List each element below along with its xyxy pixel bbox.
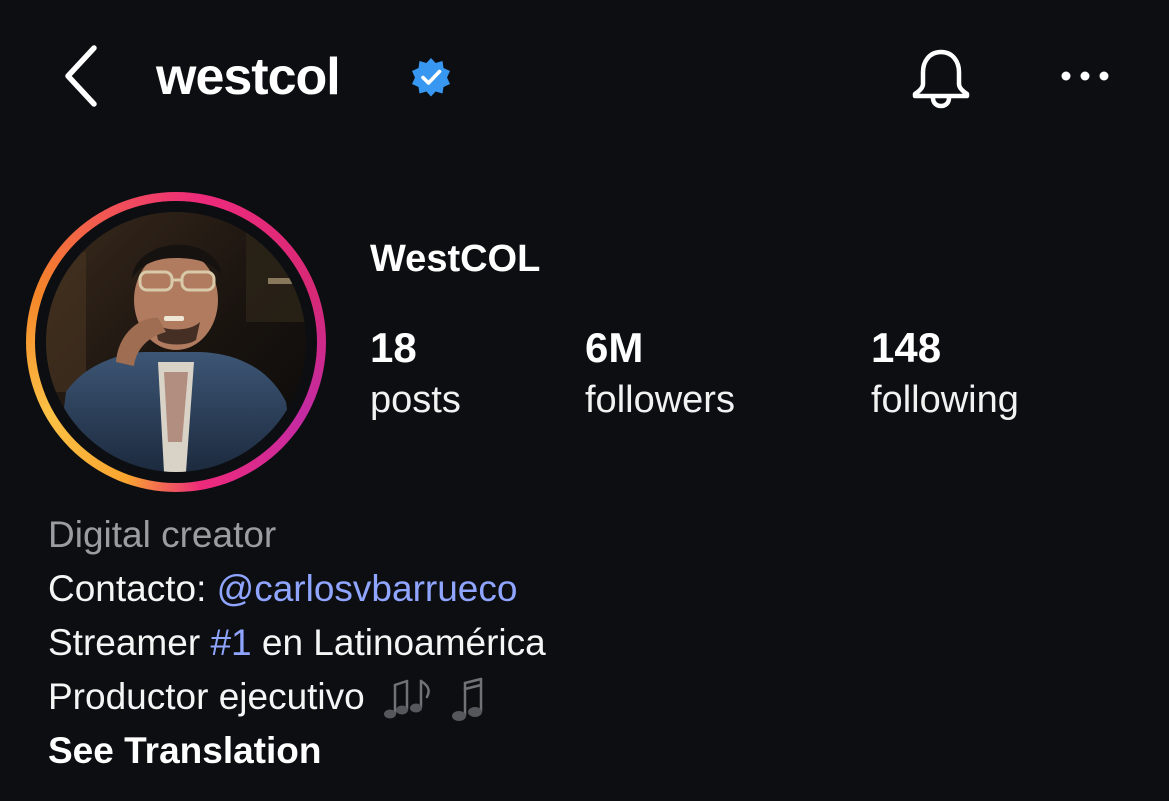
profile-header: westcol xyxy=(0,0,1169,150)
stat-followers-value: 6M xyxy=(585,324,644,371)
bio-contact-handle-link[interactable]: @carlosvbarrueco xyxy=(217,568,518,609)
stat-followers[interactable]: 6M followers xyxy=(585,322,735,426)
back-button[interactable] xyxy=(56,40,112,110)
bio-producer-text: Productor ejecutivo xyxy=(48,676,365,717)
music-notes-icon xyxy=(384,677,483,722)
more-horizontal-icon xyxy=(1061,71,1109,81)
bio-streamer-suffix: en Latinoamérica xyxy=(251,622,546,663)
bio-streamer-line: Streamer #1 en Latinoamérica xyxy=(48,616,1128,670)
stat-following-value: 148 xyxy=(871,324,942,371)
bio-contact-line: Contacto: @carlosvbarrueco xyxy=(48,562,1128,616)
bio-streamer-prefix: Streamer xyxy=(48,622,211,663)
stat-followers-label: followers xyxy=(585,379,735,421)
bio-producer-line: Productor ejecutivo xyxy=(48,670,1128,724)
profile-username: westcol xyxy=(156,48,341,106)
stat-posts[interactable]: 18 posts xyxy=(370,322,461,426)
stat-posts-value: 18 xyxy=(370,324,417,371)
notifications-button[interactable] xyxy=(908,46,974,112)
verified-badge-icon xyxy=(412,58,450,97)
see-translation-link[interactable]: See Translation xyxy=(48,724,1128,778)
more-options-button[interactable] xyxy=(1056,56,1116,96)
bio-category: Digital creator xyxy=(48,514,277,555)
avatar-photo xyxy=(46,212,306,472)
stat-posts-label: posts xyxy=(370,379,461,421)
bio-contact-prefix: Contacto: xyxy=(48,568,217,609)
bio-hashtag-link[interactable]: #1 xyxy=(210,622,251,663)
profile-display-name: WestCOL xyxy=(370,238,541,280)
profile-bio: Digital creator Contacto: @carlosvbarrue… xyxy=(48,508,1128,778)
chevron-left-icon xyxy=(65,45,97,107)
avatar xyxy=(46,212,306,472)
stat-following[interactable]: 148 following xyxy=(871,322,1019,426)
story-ring[interactable] xyxy=(26,192,326,492)
bell-icon xyxy=(912,49,970,109)
stat-following-label: following xyxy=(871,379,1019,421)
